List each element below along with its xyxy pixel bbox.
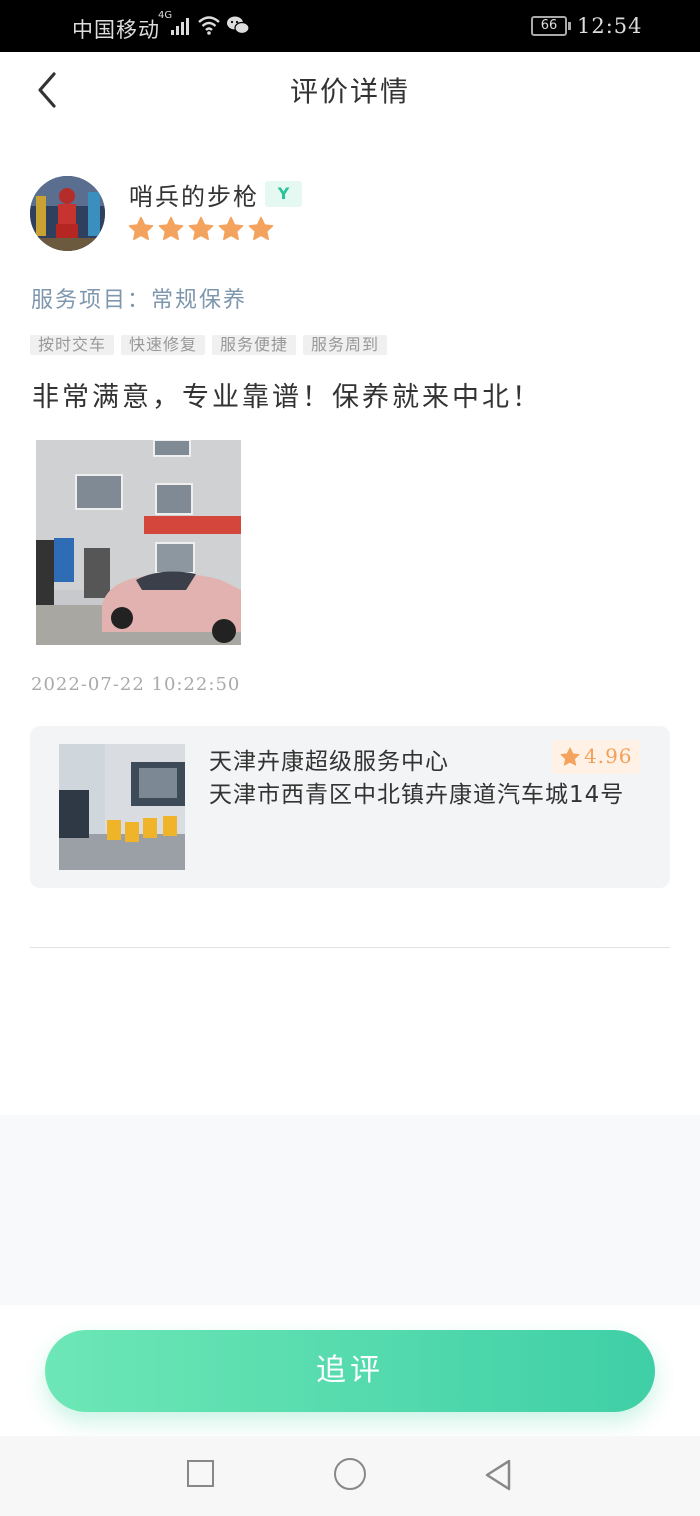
navigation-bar: 评价详情 <box>0 52 700 126</box>
review-datetime: 2022-07-22 10:22:50 <box>31 674 241 695</box>
shop-rating-value: 4.96 <box>584 744 633 768</box>
wifi-icon <box>198 16 220 35</box>
divider <box>30 947 670 948</box>
review-rating-stars <box>128 216 274 244</box>
star-icon <box>218 216 244 241</box>
review-tag: 服务便捷 <box>212 335 297 355</box>
follow-up-review-button[interactable]: 追评 <box>45 1330 655 1412</box>
reviewer-name: 哨兵的步枪 <box>129 183 259 211</box>
star-icon <box>128 216 154 241</box>
review-content: 非常满意，专业靠谱！保养就来中北！ <box>32 382 542 413</box>
star-icon <box>248 216 274 241</box>
footer-background <box>0 1115 700 1305</box>
recent-apps-icon[interactable] <box>187 1460 214 1487</box>
signal-icon <box>171 18 189 35</box>
carrier-label: 中国移动 <box>72 18 160 42</box>
battery-level: 66 <box>531 16 567 36</box>
service-item-label: 服务项目：常规保养 <box>31 288 248 313</box>
star-icon <box>188 216 214 241</box>
system-navigation-bar <box>0 1436 700 1516</box>
home-icon[interactable] <box>334 1458 366 1490</box>
review-tag: 服务周到 <box>303 335 388 355</box>
star-icon <box>560 747 580 766</box>
shop-rating-badge: 4.96 <box>552 740 640 774</box>
star-icon <box>158 216 184 241</box>
review-tag: 按时交车 <box>30 335 115 355</box>
system-back-icon[interactable] <box>482 1458 514 1492</box>
page-title: 评价详情 <box>289 75 410 108</box>
avatar[interactable] <box>30 176 105 251</box>
clock: 12:54 <box>577 14 643 38</box>
battery-icon <box>568 22 571 30</box>
shop-card[interactable]: 天津卉康超级服务中心 4.96 天津市西青区中北镇卉康道汽车城14号 <box>30 726 670 888</box>
wechat-icon <box>227 16 250 35</box>
shop-address: 天津市西青区中北镇卉康道汽车城14号 <box>209 782 625 808</box>
member-badge: Y <box>265 181 302 207</box>
shop-photo <box>59 744 185 870</box>
review-tags: 按时交车 快速修复 服务便捷 服务周到 <box>30 335 388 355</box>
review-photo[interactable] <box>36 440 241 645</box>
shop-name: 天津卉康超级服务中心 <box>209 749 449 775</box>
review-tag: 快速修复 <box>121 335 206 355</box>
status-bar: 中国移动 4G 66 12:54 <box>0 0 700 52</box>
